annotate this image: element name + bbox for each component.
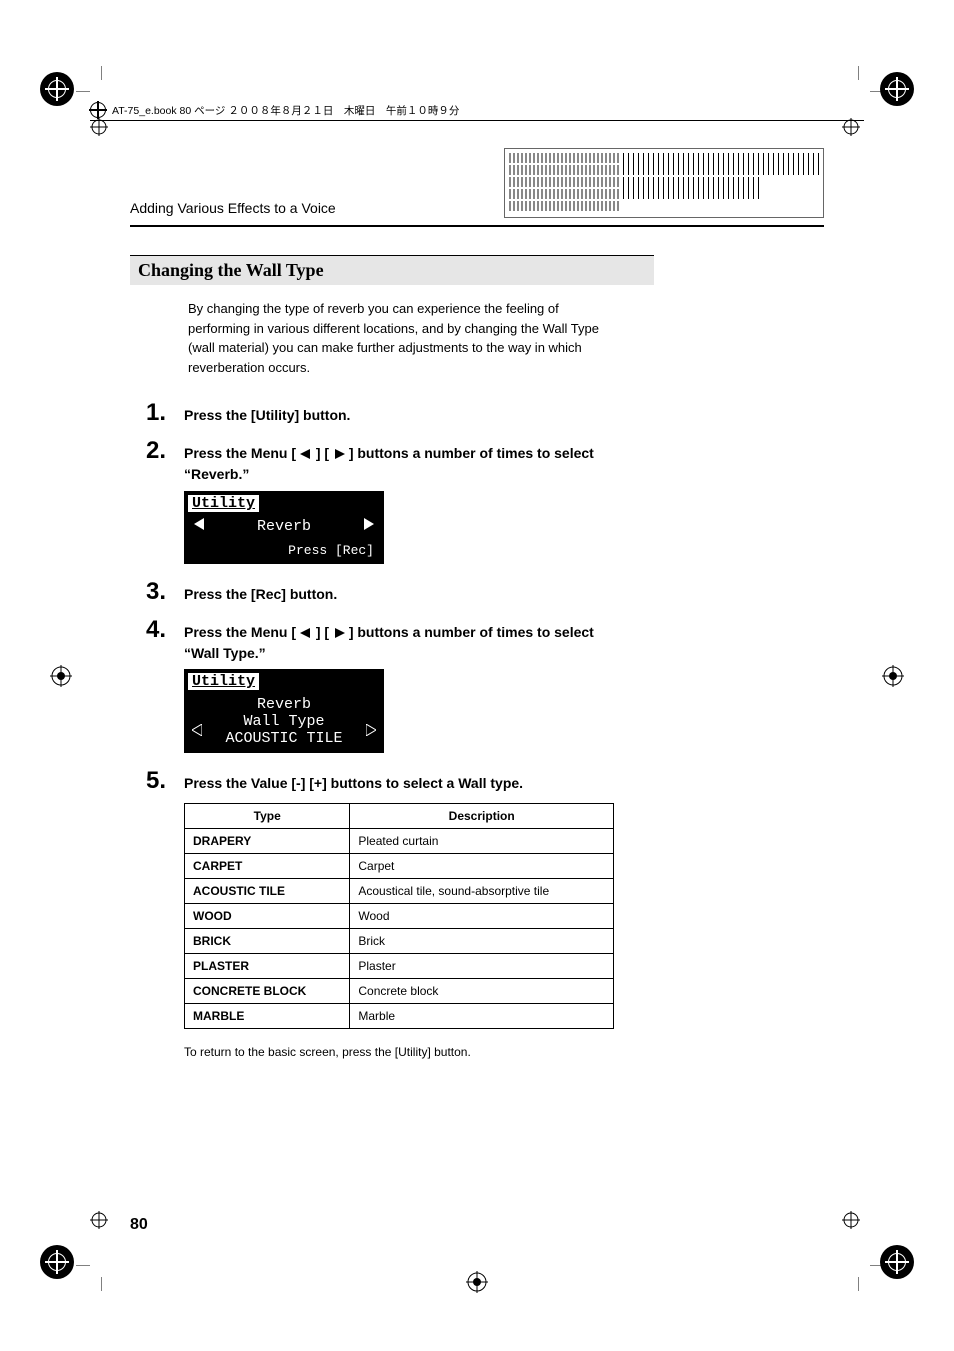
doc-header: AT-75_e.book 80 ページ ２００８年８月２１日 木曜日 午前１０時… (90, 102, 864, 118)
section-intro: By changing the type of reverb you can e… (188, 299, 608, 377)
wall-type-table: Type Description DRAPERYPleated curtain … (184, 803, 614, 1029)
step-number: 5. (130, 767, 166, 795)
table-row: CONCRETE BLOCKConcrete block (185, 979, 614, 1004)
step-2: 2. Press the Menu [ ] [ ] buttons a numb… (130, 437, 654, 485)
table-row: BRICKBrick (185, 929, 614, 954)
table-row: ACOUSTIC TILEAcoustical tile, sound-abso… (185, 879, 614, 904)
lcd-title: Utility (188, 673, 259, 690)
head-rule (130, 225, 824, 227)
registration-mark-icon (40, 72, 74, 106)
doc-header-text: AT-75_e.book 80 ページ ２００８年８月２１日 木曜日 午前１０時… (112, 103, 459, 118)
registration-mark-icon (880, 1245, 914, 1279)
page-number: 80 (130, 1216, 148, 1234)
table-header-description: Description (350, 804, 614, 829)
table-header-type: Type (185, 804, 350, 829)
section-title: Changing the Wall Type (130, 255, 654, 285)
step-4: 4. Press the Menu [ ] [ ] buttons a numb… (130, 616, 654, 664)
lcd-line: ACOUSTIC TILE (194, 730, 374, 747)
lcd-screenshot-reverb: Utility Reverb Press [Rec] (184, 491, 384, 564)
table-row: DRAPERYPleated curtain (185, 829, 614, 854)
step-1: 1. Press the [Utility] button. (130, 399, 654, 427)
step-text: Press the Value [-] [+] buttons to selec… (184, 767, 523, 793)
triangle-left-icon (192, 724, 202, 741)
table-row: WOODWood (185, 904, 614, 929)
triangle-right-icon (333, 623, 345, 643)
running-head: Adding Various Effects to a Voice (130, 200, 336, 216)
return-note: To return to the basic screen, press the… (184, 1045, 654, 1059)
triangle-right-icon (333, 444, 345, 464)
table-row: MARBLEMarble (185, 1004, 614, 1029)
triangle-left-icon (300, 623, 312, 643)
triangle-left-icon (194, 518, 204, 535)
registration-mark-icon (882, 665, 904, 687)
lcd-line: Reverb (194, 696, 374, 713)
step-number: 2. (130, 437, 166, 465)
triangle-left-icon (300, 444, 312, 464)
registration-mark-icon (880, 72, 914, 106)
step-5: 5. Press the Value [-] [+] buttons to se… (130, 767, 654, 795)
registration-mark-icon (40, 1245, 74, 1279)
triangle-right-icon (364, 518, 374, 535)
lcd-value: Reverb (257, 518, 311, 535)
triangle-right-icon (366, 724, 376, 741)
lcd-line: Wall Type (194, 713, 374, 730)
step-number: 1. (130, 399, 166, 427)
table-row: CARPETCarpet (185, 854, 614, 879)
step-number: 3. (130, 578, 166, 606)
step-3: 3. Press the [Rec] button. (130, 578, 654, 606)
table-row: PLASTERPlaster (185, 954, 614, 979)
header-rule (90, 120, 864, 121)
registration-mark-icon (50, 665, 72, 687)
instrument-panel-illustration (504, 148, 824, 218)
step-number: 4. (130, 616, 166, 644)
step-text: Press the [Rec] button. (184, 578, 337, 604)
step-text: Press the Menu [ ] [ ] buttons a number … (184, 437, 604, 485)
lcd-screenshot-walltype: Utility Reverb Wall Type ACOUSTIC TILE (184, 669, 384, 753)
registration-mark-icon (466, 1271, 488, 1293)
step-text: Press the Menu [ ] [ ] buttons a number … (184, 616, 604, 664)
step-text: Press the [Utility] button. (184, 399, 350, 425)
registration-mark-icon (90, 102, 106, 118)
lcd-title: Utility (188, 495, 259, 512)
lcd-hint: Press [Rec] (184, 543, 384, 558)
